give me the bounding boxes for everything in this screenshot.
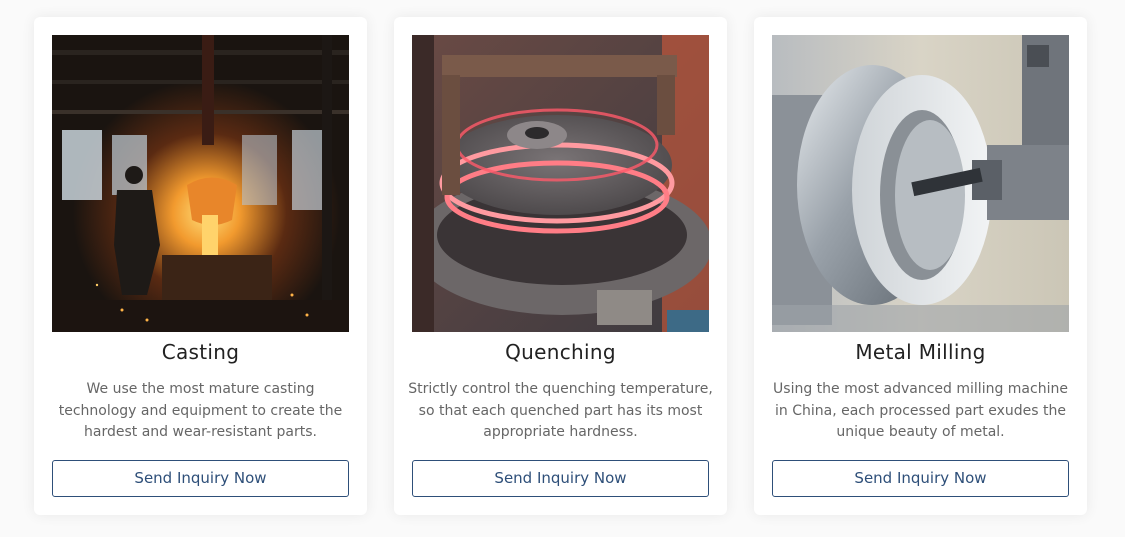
send-inquiry-button[interactable]: Send Inquiry Now: [412, 460, 709, 497]
send-inquiry-button[interactable]: Send Inquiry Now: [772, 460, 1069, 497]
casting-photo: [52, 35, 349, 332]
metal-milling-photo: [772, 35, 1069, 332]
card-description: Strictly control the quenching temperatu…: [408, 381, 713, 440]
card-title: Quenching: [505, 340, 616, 364]
card-title: Casting: [161, 340, 240, 364]
send-inquiry-button[interactable]: Send Inquiry Now: [52, 460, 349, 497]
service-card-casting: Casting We use the most mature casting t…: [34, 17, 367, 515]
card-title: Metal Milling: [855, 340, 986, 364]
card-description: Using the most advanced milling machine …: [773, 381, 1068, 440]
service-cards: Casting We use the most mature casting t…: [0, 0, 1125, 537]
card-description: We use the most mature casting technolog…: [58, 381, 343, 440]
service-card-quenching: Quenching Strictly control the quenching…: [394, 17, 727, 515]
quenching-photo: [412, 35, 709, 332]
service-card-metal-milling: Metal Milling Using the most advanced mi…: [754, 17, 1087, 515]
